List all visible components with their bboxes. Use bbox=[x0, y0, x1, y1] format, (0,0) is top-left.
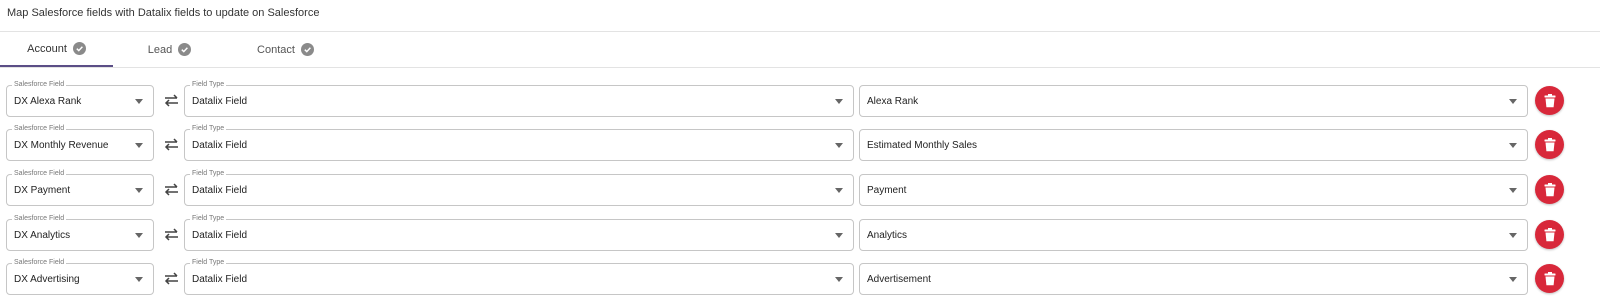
field-label: Field Type bbox=[190, 214, 227, 223]
mapping-row: Salesforce Field DX Payment Field Type D… bbox=[0, 169, 1600, 206]
datalix-field-select[interactable]: Estimated Monthly Sales bbox=[859, 129, 1528, 161]
swap-arrows-icon bbox=[164, 94, 178, 107]
field-label: Field Type bbox=[190, 169, 227, 178]
trash-icon bbox=[1544, 227, 1555, 241]
chevron-down-icon bbox=[835, 233, 843, 238]
field-value: Datalix Field bbox=[192, 230, 248, 241]
trash-icon bbox=[1544, 182, 1555, 196]
tab-bar: Account Lead Contact bbox=[0, 32, 1600, 68]
tab-contact[interactable]: Contact bbox=[229, 32, 342, 67]
chevron-down-icon bbox=[135, 99, 143, 104]
field-value: Datalix Field bbox=[192, 96, 248, 107]
check-circle-icon bbox=[178, 43, 192, 56]
chevron-down-icon bbox=[135, 143, 143, 148]
swap-arrows-icon bbox=[164, 138, 178, 151]
chevron-down-icon bbox=[835, 277, 843, 282]
chevron-down-icon bbox=[1509, 277, 1517, 282]
field-value: Datalix Field bbox=[192, 185, 248, 196]
field-type-select[interactable]: Field Type Datalix Field bbox=[184, 214, 854, 251]
chevron-down-icon bbox=[835, 99, 843, 104]
tab-lead[interactable]: Lead bbox=[113, 32, 226, 67]
trash-icon bbox=[1544, 93, 1555, 107]
delete-row-button[interactable] bbox=[1535, 86, 1564, 115]
field-label: Salesforce Field bbox=[12, 214, 67, 223]
tab-label: Contact bbox=[257, 43, 295, 56]
field-label: Salesforce Field bbox=[12, 258, 67, 267]
datalix-field-select[interactable]: Advertisement bbox=[859, 263, 1528, 295]
salesforce-field-select[interactable]: Salesforce Field DX Payment bbox=[6, 169, 154, 206]
chevron-down-icon bbox=[835, 188, 843, 193]
field-type-select[interactable]: Field Type Datalix Field bbox=[184, 169, 854, 206]
mapping-row: Salesforce Field DX Monthly Revenue Fiel… bbox=[0, 124, 1600, 161]
field-value: DX Monthly Revenue bbox=[14, 140, 109, 151]
check-circle-icon bbox=[300, 43, 314, 56]
chevron-down-icon bbox=[1509, 188, 1517, 193]
field-value: Datalix Field bbox=[192, 274, 248, 285]
tab-label: Lead bbox=[147, 43, 173, 56]
field-label: Field Type bbox=[190, 124, 227, 133]
chevron-down-icon bbox=[835, 143, 843, 148]
delete-row-button[interactable] bbox=[1535, 175, 1564, 204]
salesforce-field-select[interactable]: Salesforce Field DX Analytics bbox=[6, 214, 154, 251]
swap-arrows-icon bbox=[164, 228, 178, 241]
chevron-down-icon bbox=[1509, 143, 1517, 148]
tab-account[interactable]: Account bbox=[0, 32, 113, 67]
mapping-row: Salesforce Field DX Analytics Field Type… bbox=[0, 214, 1600, 251]
field-value: Estimated Monthly Sales bbox=[867, 140, 978, 151]
chevron-down-icon bbox=[1509, 99, 1517, 104]
page-title: Map Salesforce fields with Datalix field… bbox=[7, 7, 320, 19]
trash-icon bbox=[1544, 271, 1555, 285]
check-circle-icon bbox=[72, 42, 86, 55]
datalix-field-select[interactable]: Alexa Rank bbox=[859, 85, 1528, 117]
page-header: Map Salesforce fields with Datalix field… bbox=[0, 0, 1600, 32]
swap-arrows-icon bbox=[164, 183, 178, 196]
delete-row-button[interactable] bbox=[1535, 130, 1564, 159]
salesforce-field-select[interactable]: Salesforce Field DX Monthly Revenue bbox=[6, 124, 154, 161]
salesforce-field-select[interactable]: Salesforce Field DX Advertising bbox=[6, 258, 154, 295]
chevron-down-icon bbox=[135, 233, 143, 238]
chevron-down-icon bbox=[135, 188, 143, 193]
field-label: Salesforce Field bbox=[12, 124, 67, 133]
datalix-field-select[interactable]: Analytics bbox=[859, 219, 1528, 251]
salesforce-field-select[interactable]: Salesforce Field DX Alexa Rank bbox=[6, 80, 154, 117]
swap-arrows-icon bbox=[164, 272, 178, 285]
field-value: Advertisement bbox=[867, 274, 931, 285]
field-value: Analytics bbox=[867, 230, 908, 241]
datalix-field-select[interactable]: Payment bbox=[859, 174, 1528, 206]
field-value: DX Payment bbox=[14, 185, 71, 196]
delete-row-button[interactable] bbox=[1535, 264, 1564, 293]
field-value: DX Analytics bbox=[14, 230, 71, 241]
field-value: Payment bbox=[867, 185, 907, 196]
field-type-select[interactable]: Field Type Datalix Field bbox=[184, 258, 854, 295]
field-type-select[interactable]: Field Type Datalix Field bbox=[184, 124, 854, 161]
chevron-down-icon bbox=[135, 277, 143, 282]
field-label: Field Type bbox=[190, 80, 227, 89]
field-value: Datalix Field bbox=[192, 140, 248, 151]
mapping-row: Salesforce Field DX Advertising Field Ty… bbox=[0, 258, 1600, 295]
field-label: Field Type bbox=[190, 258, 227, 267]
field-value: DX Alexa Rank bbox=[14, 96, 82, 107]
tab-label: Account bbox=[27, 42, 67, 55]
field-label: Salesforce Field bbox=[12, 80, 67, 89]
chevron-down-icon bbox=[1509, 233, 1517, 238]
field-type-select[interactable]: Field Type Datalix Field bbox=[184, 80, 854, 117]
mapping-row: Salesforce Field DX Alexa Rank Field Typ… bbox=[0, 80, 1600, 117]
field-value: Alexa Rank bbox=[867, 96, 919, 107]
field-value: DX Advertising bbox=[14, 274, 80, 285]
delete-row-button[interactable] bbox=[1535, 220, 1564, 249]
field-label: Salesforce Field bbox=[12, 169, 67, 178]
trash-icon bbox=[1544, 137, 1555, 151]
